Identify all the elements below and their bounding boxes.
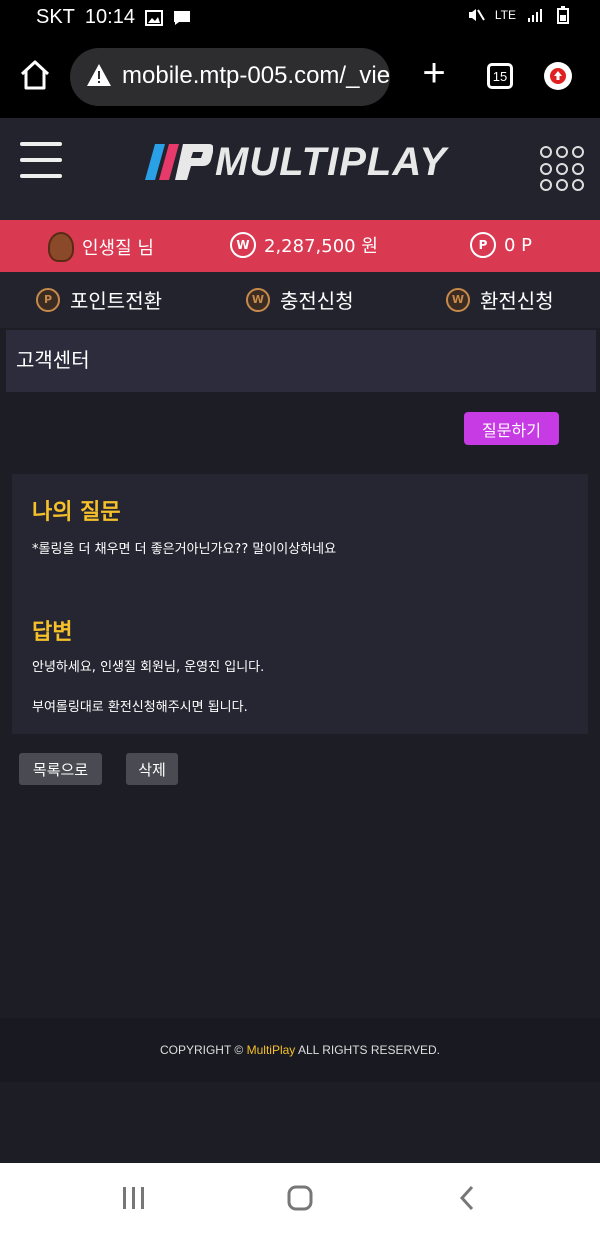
menu-icon[interactable] — [20, 142, 62, 178]
tab-switcher-button[interactable]: 15 — [487, 63, 513, 89]
question-text: *롤링을 더 채우면 더 좋은거아닌가요?? 말이이상하네요 — [32, 542, 337, 557]
home-button-icon[interactable] — [286, 1185, 316, 1211]
user-name-group: 인생질 님 — [48, 232, 154, 262]
answer-line-2: 부여롤링대로 환전신청해주시면 됩니다. — [32, 700, 248, 715]
logo-text: MULTIPLAY — [215, 140, 447, 184]
home-icon[interactable] — [18, 58, 52, 92]
points-convert-label: 포인트전환 — [70, 289, 162, 313]
back-to-list-button[interactable]: 목록으로 — [19, 753, 102, 785]
point-coin-icon: P — [36, 287, 60, 312]
money-balance: 2,287,500 원 — [264, 236, 378, 257]
won-coin-icon: W — [246, 287, 270, 312]
question-heading: 나의 질문 — [32, 500, 121, 525]
won-coin-icon: W — [230, 232, 256, 258]
url-text: mobile.mtp-005.com/_vie — [122, 62, 390, 89]
point-coin-icon: P — [470, 232, 496, 258]
footer-brand: MultiPlay — [246, 1043, 296, 1057]
qa-panel: 나의 질문 *롤링을 더 채우면 더 좋은거아닌가요?? 말이이상하네요 답변 … — [12, 474, 588, 734]
not-secure-warning-icon[interactable] — [86, 63, 112, 94]
exchange-coin-icon: W — [446, 287, 470, 312]
user-name: 인생질 님 — [82, 238, 154, 259]
page-title-box: 고객센터 — [6, 330, 596, 392]
back-icon[interactable] — [454, 1185, 484, 1211]
answer-line-1: 안녕하세요, 인생질 회원님, 운영진 입니다. — [32, 660, 265, 675]
withdraw-request-button[interactable]: W 환전신청 — [446, 285, 554, 314]
page-title: 고객센터 — [16, 348, 90, 372]
apps-grid-icon[interactable] — [540, 146, 586, 192]
points-convert-button[interactable]: P 포인트전환 — [36, 285, 162, 314]
site-header: MULTIPLAY — [0, 118, 600, 220]
delete-button[interactable]: 삭제 — [126, 753, 178, 785]
system-navigation-bar — [0, 1163, 600, 1233]
copyright-suffix: ALL RIGHTS RESERVED. — [295, 1043, 441, 1057]
user-level-icon — [48, 232, 74, 262]
image-notification-icon — [144, 9, 163, 27]
points-balance: 0 P — [504, 234, 533, 256]
deposit-request-button[interactable]: W 충전신청 — [246, 285, 354, 314]
recent-apps-icon[interactable] — [118, 1185, 148, 1211]
points-group: P 0 P — [470, 232, 532, 258]
answer-heading: 답변 — [32, 620, 73, 645]
battery-icon — [554, 6, 572, 24]
browser-toolbar: mobile.mtp-005.com/_vie + 15 — [0, 36, 600, 118]
quick-actions-bar: P 포인트전환 W 충전신청 W 환전신청 — [0, 272, 600, 328]
deposit-label: 충전신청 — [280, 289, 354, 313]
signal-icon — [526, 6, 544, 24]
site-footer: COPYRIGHT © MultiPlay ALL RIGHTS RESERVE… — [0, 1018, 600, 1082]
money-group: W 2,287,500 원 — [230, 232, 378, 258]
clock: 10:14 — [84, 6, 135, 28]
multiplay-logo[interactable]: MULTIPLAY — [145, 140, 455, 186]
message-notification-icon — [173, 9, 191, 27]
user-info-bar: 인생질 님 W 2,287,500 원 P 0 P — [0, 220, 600, 272]
network-type: LTE — [494, 8, 516, 22]
mute-icon — [467, 6, 485, 24]
copyright-prefix: COPYRIGHT © — [159, 1043, 247, 1057]
update-icon[interactable] — [544, 62, 572, 90]
status-bar: SKT 10:14 LTE — [0, 0, 600, 36]
address-bar[interactable]: mobile.mtp-005.com/_vie — [70, 48, 390, 106]
withdraw-label: 환전신청 — [480, 289, 554, 313]
ask-question-button[interactable]: 질문하기 — [464, 412, 559, 445]
new-tab-icon[interactable]: + — [418, 53, 450, 93]
carrier-label: SKT — [36, 6, 75, 28]
